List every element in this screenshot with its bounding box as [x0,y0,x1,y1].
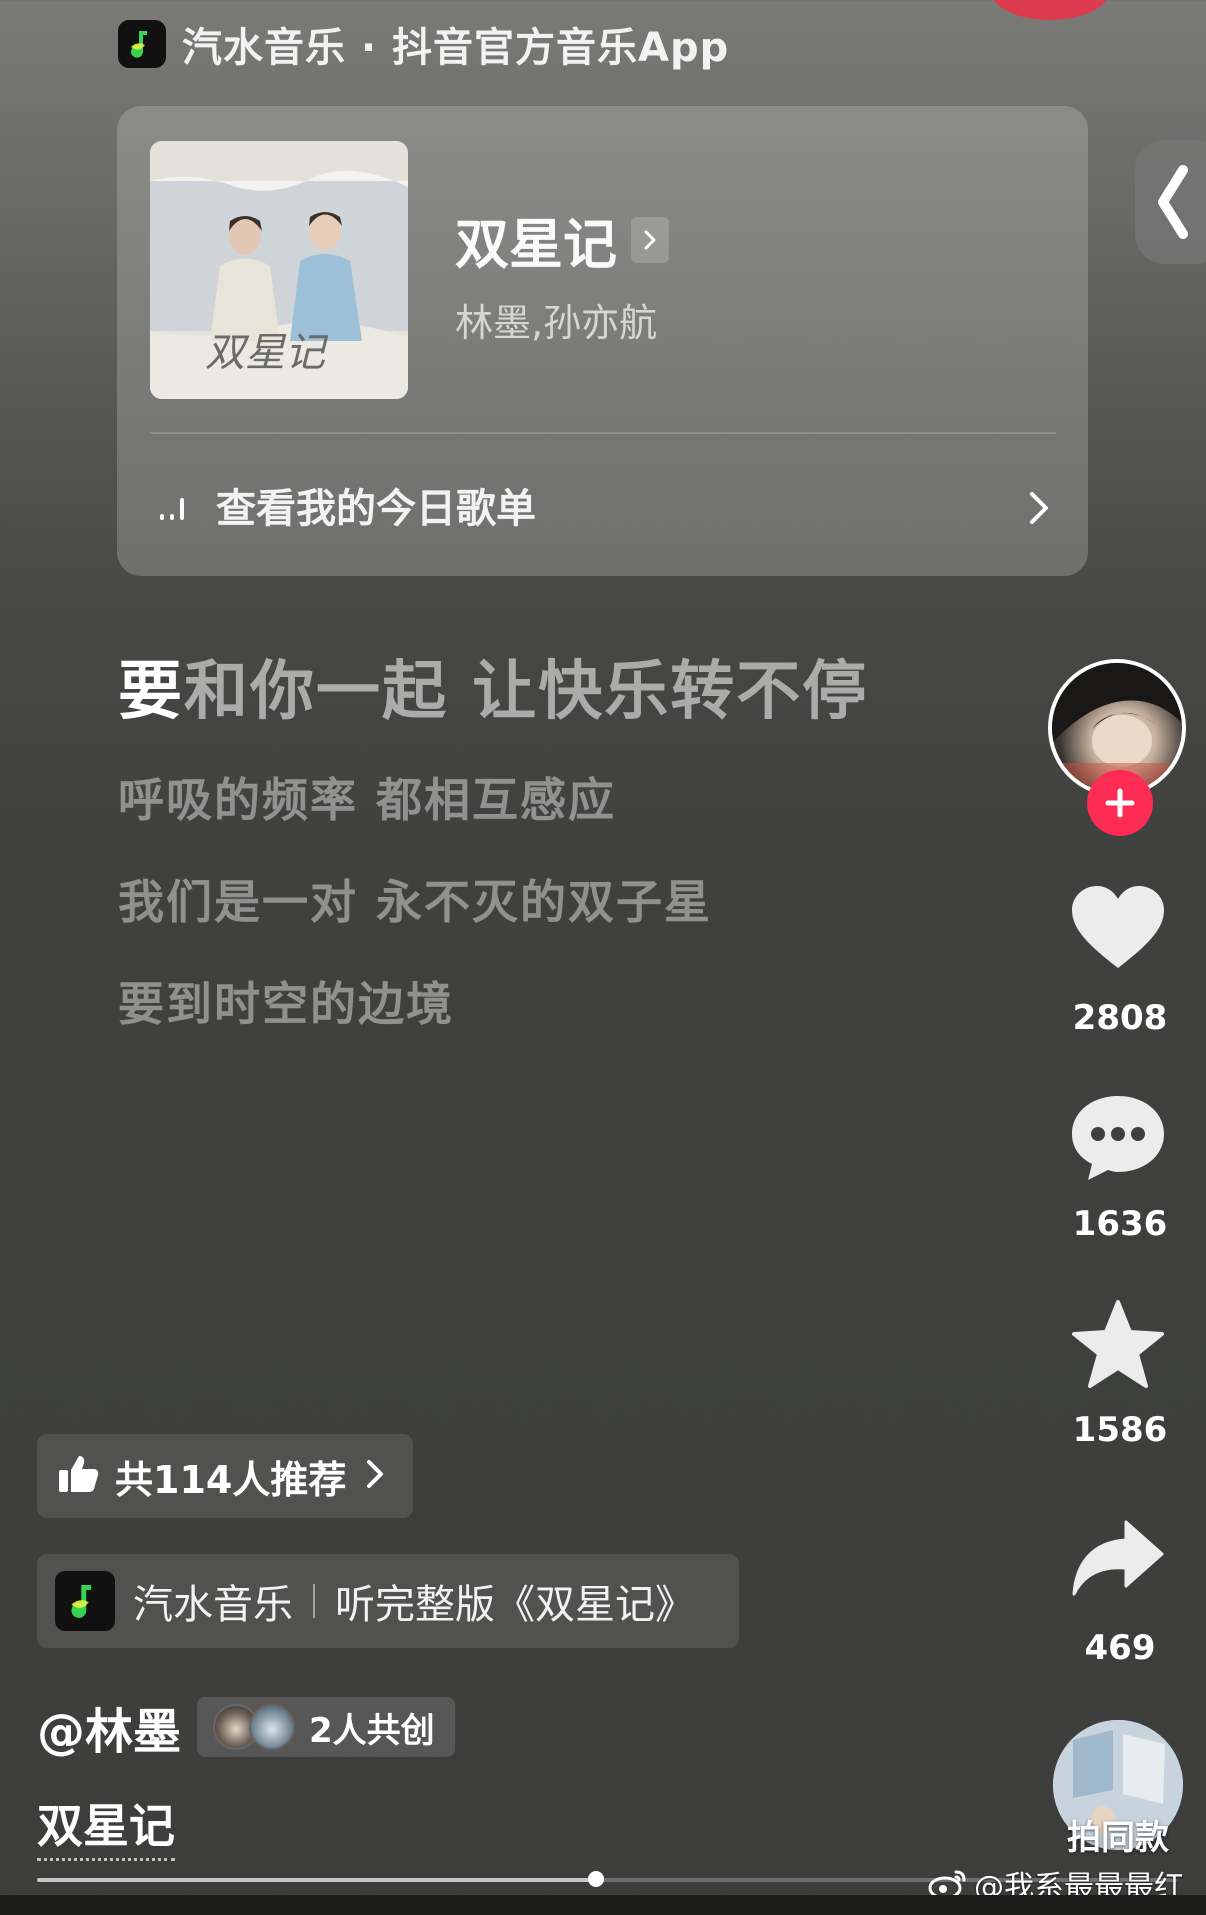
lyric-line: 呼吸的频率 都相互感应 [118,773,617,827]
card-divider [150,432,1056,434]
chevron-right-icon [364,1458,386,1494]
top-red-decoration [990,0,1110,20]
equalizer-icon [160,490,196,520]
recommend-label: 共114人推荐 [115,1457,347,1502]
brand-header: 汽水音乐 · 抖音官方音乐App [118,18,730,71]
thumbs-up-icon [57,1454,99,1498]
side-panel-tab[interactable] [1135,140,1206,264]
progress-fill [37,1878,596,1882]
author-handle[interactable]: @林墨 [37,1692,181,1762]
brand-text: 汽水音乐 · 抖音官方音乐App [182,25,730,71]
progress-knob[interactable] [588,1871,604,1887]
same-style-label[interactable]: 拍同款 [1040,1810,1196,1859]
music-app-name: 汽水音乐 [133,1582,293,1628]
like-count: 2808 [1072,998,1168,1038]
song-artists[interactable]: 林墨,孙亦航 [455,292,657,347]
star-icon [1072,1300,1164,1388]
lyric-line: 要到时空的边境 [118,977,454,1031]
cocreator-avatars [213,1704,297,1750]
comment-button[interactable] [1070,1090,1166,1186]
author-row: @林墨 2人共创 [37,1692,455,1762]
music-app-link[interactable]: 汽水音乐 听完整版《双星记》 [37,1554,739,1648]
like-button[interactable] [1070,880,1166,976]
lyric-line: 我们是一对 永不灭的双子星 [118,875,713,929]
lyric-highlight: 要 [118,655,184,729]
divider [313,1584,315,1618]
chevron-right-icon[interactable] [1024,488,1054,528]
cover-art-text: 双星记 [205,330,329,375]
full-version-cta: 听完整版《双星记》 [335,1582,695,1628]
favorite-button[interactable] [1070,1296,1166,1392]
avatar [249,1704,296,1750]
plus-icon [1105,788,1135,818]
lyric-rest: 和你一起 让快乐转不停 [184,655,869,729]
comment-count: 1636 [1072,1204,1168,1244]
lyric-current-line: 要和你一起 让快乐转不停 [118,640,868,732]
heart-icon [1072,886,1164,968]
favorite-count: 1586 [1072,1410,1168,1450]
song-title-row[interactable]: 双星记 [455,200,669,279]
cocreate-badge[interactable]: 2人共创 [197,1697,455,1757]
share-count: 469 [1084,1628,1156,1668]
app-logo-icon [118,20,166,68]
comment-icon [1072,1096,1164,1180]
playlist-label: 查看我的今日歌单 [216,486,536,532]
bottom-bar [0,1895,1206,1915]
share-icon [1072,1520,1164,1596]
cocreate-label: 2人共创 [309,1710,435,1751]
app-logo-icon [55,1571,115,1631]
playlist-link[interactable]: 查看我的今日歌单 [160,476,536,534]
song-title[interactable]: 双星记 [455,200,617,279]
recommend-pill[interactable]: 共114人推荐 [37,1434,413,1518]
album-cover[interactable]: 双星记 [150,141,408,399]
chevron-left-icon [1158,165,1188,239]
video-caption[interactable]: 双星记 [37,1790,175,1861]
follow-button[interactable] [1087,770,1153,836]
chevron-right-icon [631,216,669,263]
share-button[interactable] [1070,1510,1166,1606]
